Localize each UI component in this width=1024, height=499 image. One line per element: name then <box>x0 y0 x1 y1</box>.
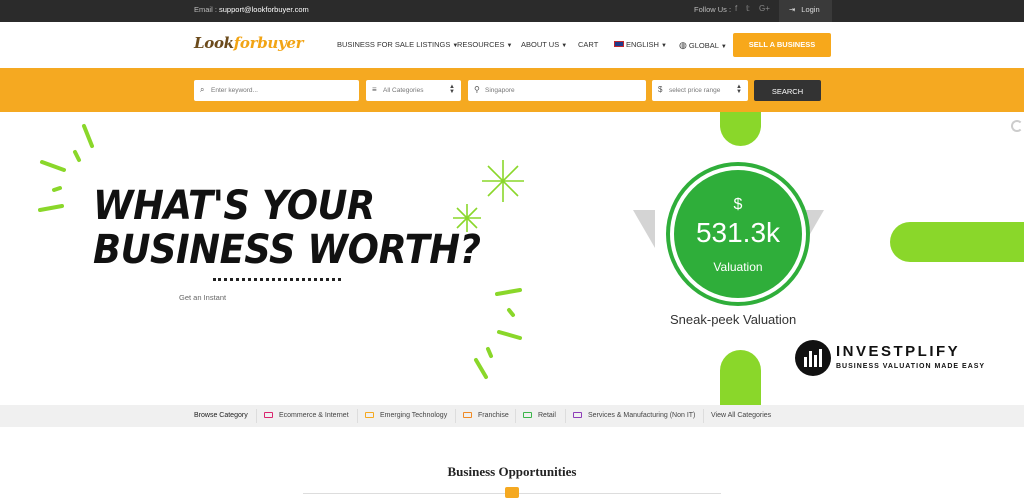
select-arrows-icon: ▲ ▼ <box>449 84 455 95</box>
facebook-icon[interactable]: f <box>735 4 737 13</box>
follow-us-label: Follow Us : <box>694 5 732 14</box>
login-icon: ⇥ <box>789 5 796 14</box>
category-select[interactable]: ≡ All Categories ▲ ▼ <box>366 80 461 101</box>
brand-tagline: BUSINESS VALUATION MADE EASY <box>836 363 986 370</box>
category-ecommerce[interactable]: Ecommerce & Internet <box>264 412 349 419</box>
loading-spinner-icon <box>1011 120 1023 132</box>
monitor-icon <box>365 412 374 418</box>
investplify-logo-icon <box>795 340 831 376</box>
google-plus-icon[interactable]: G+ <box>759 4 770 13</box>
sneak-peek-text: Sneak-peek Valuation <box>670 312 797 327</box>
nav-resources[interactable]: RESOURCES ▼ <box>457 40 512 49</box>
search-icon: ⌕ <box>200 85 205 94</box>
monitor-icon <box>463 412 472 418</box>
nav-language[interactable]: ENGLISH ▼ <box>614 40 667 49</box>
chevron-down-icon: ▼ <box>561 43 568 49</box>
valuation-badge: $ 531.3k Valuation <box>670 166 806 302</box>
browse-category-label: Browse Category <box>194 412 248 419</box>
dollar-icon: $ <box>658 85 663 94</box>
login-button[interactable]: ⇥ Login <box>779 0 832 22</box>
nav-cart[interactable]: CART <box>578 40 598 49</box>
hero-banner[interactable]: WHAT'S YOUR BUSINESS WORTH? Get an Insta… <box>0 112 1024 405</box>
twitter-icon[interactable]: 𝕥 <box>746 4 750 13</box>
search-button[interactable]: SEARCH <box>754 80 821 101</box>
category-franchise[interactable]: Franchise <box>463 412 509 419</box>
top-bar: Email : support@lookforbuyer.com Follow … <box>0 0 1024 22</box>
monitor-icon <box>264 412 273 418</box>
sell-a-business-button[interactable]: SELL A BUSINESS <box>733 33 831 57</box>
chevron-down-icon: ▼ <box>506 43 513 49</box>
uk-flag-icon <box>614 41 624 47</box>
decor-pill-bottom <box>720 350 761 405</box>
category-services-manufacturing[interactable]: Services & Manufacturing (Non IT) <box>573 412 695 419</box>
category-retail[interactable]: Retail <box>523 412 556 419</box>
keyword-search-input[interactable]: ⌕ Enter keyword... <box>194 80 359 101</box>
list-icon: ≡ <box>372 85 377 94</box>
nav-business-for-sale[interactable]: BUSINESS FOR SALE LISTINGS ▼ <box>337 40 458 49</box>
main-header: Lookforbuyer BUSINESS FOR SALE LISTINGS ▼… <box>0 22 1024 68</box>
map-pin-icon: ⚲ <box>474 85 480 94</box>
category-bar: Browse Category Ecommerce & Internet Eme… <box>0 405 1024 427</box>
valuation-value: 531.3k <box>695 217 781 248</box>
nav-about-us[interactable]: ABOUT US ▼ <box>521 40 567 49</box>
briefcase-icon <box>505 487 519 498</box>
globe-icon: ◍ <box>679 40 687 50</box>
site-logo[interactable]: Lookforbuyer <box>194 34 304 52</box>
nav-region[interactable]: ◍ GLOBAL ▼ <box>679 40 727 51</box>
price-range-select[interactable]: $ select price range ▲ ▼ <box>652 80 748 101</box>
location-input[interactable]: ⚲ Singapore <box>468 80 646 101</box>
hero-title: WHAT'S YOUR BUSINESS WORTH? <box>93 183 481 273</box>
monitor-icon <box>573 412 582 418</box>
email-link[interactable]: support@lookforbuyer.com <box>219 5 309 14</box>
view-all-categories-link[interactable]: View All Categories <box>711 412 771 419</box>
decor-pill-right <box>890 222 1024 262</box>
contact-email: Email : support@lookforbuyer.com <box>194 5 309 14</box>
select-arrows-icon: ▲ ▼ <box>736 84 742 95</box>
title-divider <box>213 278 341 281</box>
category-emerging-technology[interactable]: Emerging Technology <box>365 412 447 419</box>
monitor-icon <box>523 412 532 418</box>
chevron-down-icon: ▼ <box>720 44 727 50</box>
search-bar: ⌕ Enter keyword... ≡ All Categories ▲ ▼ ⚲… <box>0 68 1024 112</box>
brand-name: INVESTPLIFY <box>836 343 961 360</box>
section-title: Business Opportunities <box>447 464 577 479</box>
chevron-down-icon: ▼ <box>660 43 667 49</box>
ribbon-left <box>633 210 655 248</box>
valuation-label: Valuation <box>713 260 763 274</box>
hero-subtitle: Get an Instant <box>179 293 227 302</box>
